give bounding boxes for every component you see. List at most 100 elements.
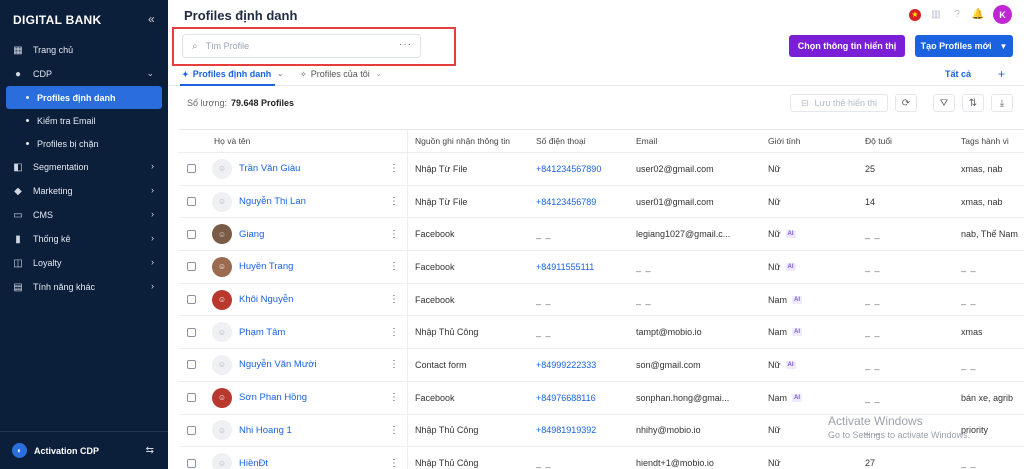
row-checkbox[interactable] [187, 393, 196, 403]
sidebar-item-loyalty[interactable]: ◫ Loyalty › [0, 251, 168, 275]
row-menu-icon[interactable]: ⋮ [389, 153, 399, 185]
tab-my-profiles[interactable]: ✧ Profiles của tôi ⌄ [300, 69, 382, 79]
profile-name-link[interactable]: Sơn Phan Hồng [239, 382, 307, 414]
sidebar-subitem-check-email[interactable]: Kiểm tra Email [6, 109, 162, 132]
phone-cell[interactable]: +841234567890 [536, 153, 601, 185]
profile-name-link[interactable]: Phạm Tâm [239, 316, 285, 348]
table-row[interactable]: ☺ Sơn Phan Hồng ⋮ Facebook +84976688116 sonph… [178, 381, 1024, 415]
row-menu-icon[interactable]: ⋮ [389, 251, 399, 283]
filter-icon[interactable]: ⛛ [933, 94, 955, 112]
book-icon[interactable]: ▥ [930, 9, 942, 21]
user-avatar[interactable]: K [993, 5, 1012, 24]
profile-name-link[interactable]: HiềnĐt [239, 447, 268, 469]
sidebar-item-statistics[interactable]: ▮ Thống kê › [0, 227, 168, 251]
profile-name-link[interactable]: Huyền Trang [239, 251, 293, 283]
row-menu-icon[interactable]: ⋮ [389, 415, 399, 447]
sidebar-footer[interactable]: ◐ Activation CDP ⇆ [0, 431, 168, 469]
activation-cdp-label: Activation CDP [34, 445, 100, 456]
more-options-icon[interactable]: ··· [399, 39, 412, 50]
switch-icon[interactable]: ⇆ [146, 445, 154, 456]
table-row[interactable]: ☺ Huyền Trang ⋮ Facebook +84911555111 _ _ Nữ AI… [178, 251, 1024, 284]
chevron-down-icon[interactable]: ⌄ [277, 70, 283, 78]
table-row[interactable]: ☺ HiềnĐt ⋮ Nhập Thủ Công _ _ hiendt+1@mobio.i… [178, 447, 1024, 469]
profile-name-link[interactable]: Nguyễn Văn Mười [239, 349, 317, 381]
row-menu-icon[interactable]: ⋮ [389, 186, 399, 218]
search-input[interactable] [205, 41, 406, 51]
collapse-sidebar-icon[interactable]: « [148, 12, 155, 26]
table-row[interactable]: ☺ Phạm Tâm ⋮ Nhập Thủ Công _ _ tampt@mobio.io… [178, 316, 1024, 350]
profile-name-link[interactable]: Giang [239, 218, 264, 250]
profile-name-link[interactable]: Trần Văn Giàu [239, 153, 300, 185]
profile-name-link[interactable]: Khôi Nguyễn [239, 284, 293, 316]
row-checkbox[interactable] [187, 425, 196, 435]
sort-icon[interactable]: ⇅ [962, 94, 984, 112]
download-icon[interactable]: ⤓ [991, 94, 1013, 112]
bell-icon[interactable]: 🔔 [972, 9, 984, 21]
phone-cell[interactable]: +84976688116 [536, 382, 596, 414]
sidebar-subitem-identified-profiles[interactable]: Profiles định danh [6, 86, 162, 109]
sidebar-item-other-features[interactable]: ▤ Tính năng khác › [0, 275, 168, 299]
avatar-cell: ☺ [212, 349, 232, 381]
column-header-gender[interactable]: Giới tính [768, 130, 801, 152]
table-row[interactable]: ☺ Nguyễn Văn Mười ⋮ Contact form +8499922233… [178, 349, 1024, 382]
row-menu-icon[interactable]: ⋮ [389, 382, 399, 414]
phone-cell[interactable]: +84911555111 [536, 251, 594, 283]
column-header-email[interactable]: Email [636, 130, 657, 152]
row-menu-icon[interactable]: ⋮ [389, 447, 399, 469]
column-header-age[interactable]: Độ tuổi [865, 130, 892, 152]
table-row[interactable]: ☺ Trần Văn Giàu ⋮ Nhập Từ File +841234567890… [178, 153, 1024, 186]
search-box[interactable]: ⌕ ··· [182, 34, 421, 58]
phone-cell[interactable]: +84981919392 [536, 415, 596, 447]
column-header-phone[interactable]: Số điện thoại [536, 130, 586, 152]
age-cell: 27 [865, 458, 876, 469]
search-icon: ⌕ [192, 40, 198, 52]
profile-avatar: ☺ [212, 322, 232, 343]
email-cell: tampt@mobio.io [636, 327, 702, 338]
add-tab-icon[interactable]: + [998, 67, 1005, 81]
table-row[interactable]: ☺ Nguyễn Thị Lan ⋮ Nhập Từ File +84123456789… [178, 185, 1024, 219]
sidebar-item-segmentation[interactable]: ◧ Segmentation › [0, 155, 168, 179]
row-checkbox[interactable] [187, 295, 196, 305]
column-header-tags[interactable]: Tags hành vi [961, 130, 1009, 152]
sidebar-item-home[interactable]: ▦ Trang chủ [0, 38, 168, 62]
gender-cell: Nữ AI [768, 349, 796, 381]
all-tabs-link[interactable]: Tất cả [945, 69, 971, 79]
row-menu-icon[interactable]: ⋮ [389, 218, 399, 250]
tags-cell: _ _ [961, 359, 977, 370]
row-menu-icon[interactable]: ⋮ [389, 349, 399, 381]
column-header-source[interactable]: Nguồn ghi nhận thông tin [415, 130, 510, 152]
vietnam-flag-icon[interactable]: ★ [909, 8, 921, 21]
chevron-down-icon[interactable]: ⌄ [376, 70, 382, 78]
profile-name-link[interactable]: Nguyễn Thị Lan [239, 186, 306, 218]
phone-cell[interactable]: +84999222333 [536, 349, 596, 381]
row-checkbox[interactable] [187, 360, 196, 370]
row-menu-icon[interactable]: ⋮ [389, 284, 399, 316]
row-checkbox[interactable] [187, 164, 196, 174]
table-row[interactable]: ☺ Giang ⋮ Facebook _ _ legiang1027@gmail.c...… [178, 218, 1024, 252]
row-checkbox[interactable] [187, 458, 196, 468]
refresh-icon[interactable]: ⟳ [895, 94, 917, 112]
create-profile-button[interactable]: Tạo Profiles mới ▼ [915, 35, 1013, 57]
phone-cell[interactable]: +84123456789 [536, 186, 596, 218]
row-checkbox[interactable] [187, 327, 196, 337]
row-menu-icon[interactable]: ⋮ [389, 316, 399, 348]
sidebar-subitem-blocked-profiles[interactable]: Profiles bị chặn [6, 132, 162, 155]
profile-avatar: ☺ [212, 256, 232, 277]
save-view-button[interactable]: ⊟ Lưu thẻ hiển thị [790, 94, 888, 112]
row-checkbox[interactable] [187, 197, 196, 207]
row-checkbox[interactable] [187, 262, 196, 272]
create-profile-label: Tạo Profiles mới [920, 41, 992, 51]
gender-cell: Nữ [768, 415, 781, 447]
profile-name-link[interactable]: Nhi Hoang 1 [239, 415, 292, 447]
sidebar-item-marketing[interactable]: ◆ Marketing › [0, 179, 168, 203]
caret-down-icon[interactable]: ▼ [1000, 42, 1008, 51]
tab-identified-profiles[interactable]: ✦ Profiles định danh ⌄ [182, 69, 283, 79]
choose-display-info-button[interactable]: Chọn thông tin hiển thị [789, 35, 905, 57]
email-cell: user01@gmail.com [636, 196, 714, 207]
row-checkbox[interactable] [187, 229, 196, 239]
sidebar-item-cms[interactable]: ▭ CMS › [0, 203, 168, 227]
sidebar-item-cdp[interactable]: ● CDP ⌄ [0, 62, 168, 86]
column-header-name[interactable]: Họ và tên [214, 130, 250, 152]
table-row[interactable]: ☺ Khôi Nguyễn ⋮ Facebook _ _ _ _ Nam AI _ _ _ _ [178, 283, 1024, 317]
help-icon[interactable]: ? [951, 9, 963, 21]
